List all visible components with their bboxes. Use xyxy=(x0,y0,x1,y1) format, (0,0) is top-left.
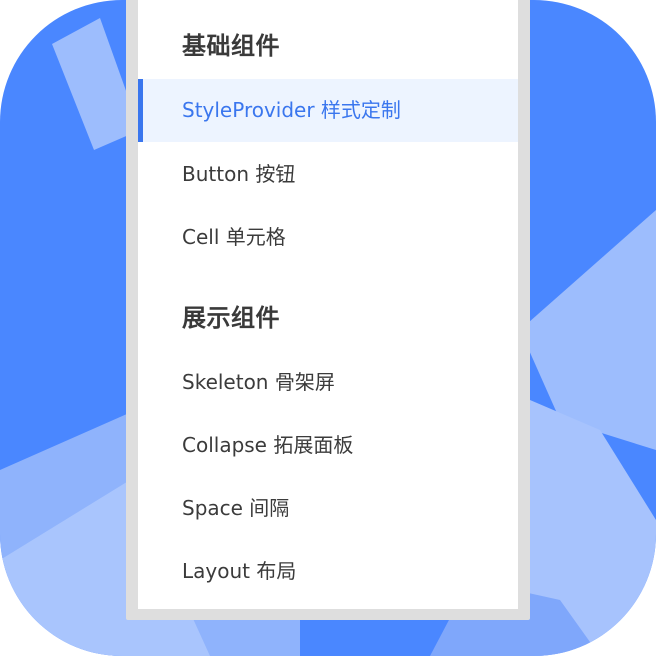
menu-item-button[interactable]: Button 按钮 xyxy=(138,143,518,206)
menu-item-collapse[interactable]: Collapse 拓展面板 xyxy=(138,414,518,477)
sidebar-menu: 基础组件 StyleProvider 样式定制 Button 按钮 Cell 单… xyxy=(138,0,518,609)
group-title-basic: 基础组件 xyxy=(182,32,280,60)
app-icon-background: 基础组件 StyleProvider 样式定制 Button 按钮 Cell 单… xyxy=(0,0,656,656)
group-title-display: 展示组件 xyxy=(182,304,280,332)
menu-item-skeleton[interactable]: Skeleton 骨架屏 xyxy=(138,351,518,414)
menu-item-cell[interactable]: Cell 单元格 xyxy=(138,206,518,269)
menu-item-space[interactable]: Space 间隔 xyxy=(138,477,518,540)
menu-item-styleprovider[interactable]: StyleProvider 样式定制 xyxy=(138,79,518,142)
menu-item-layout[interactable]: Layout 布局 xyxy=(138,540,518,603)
